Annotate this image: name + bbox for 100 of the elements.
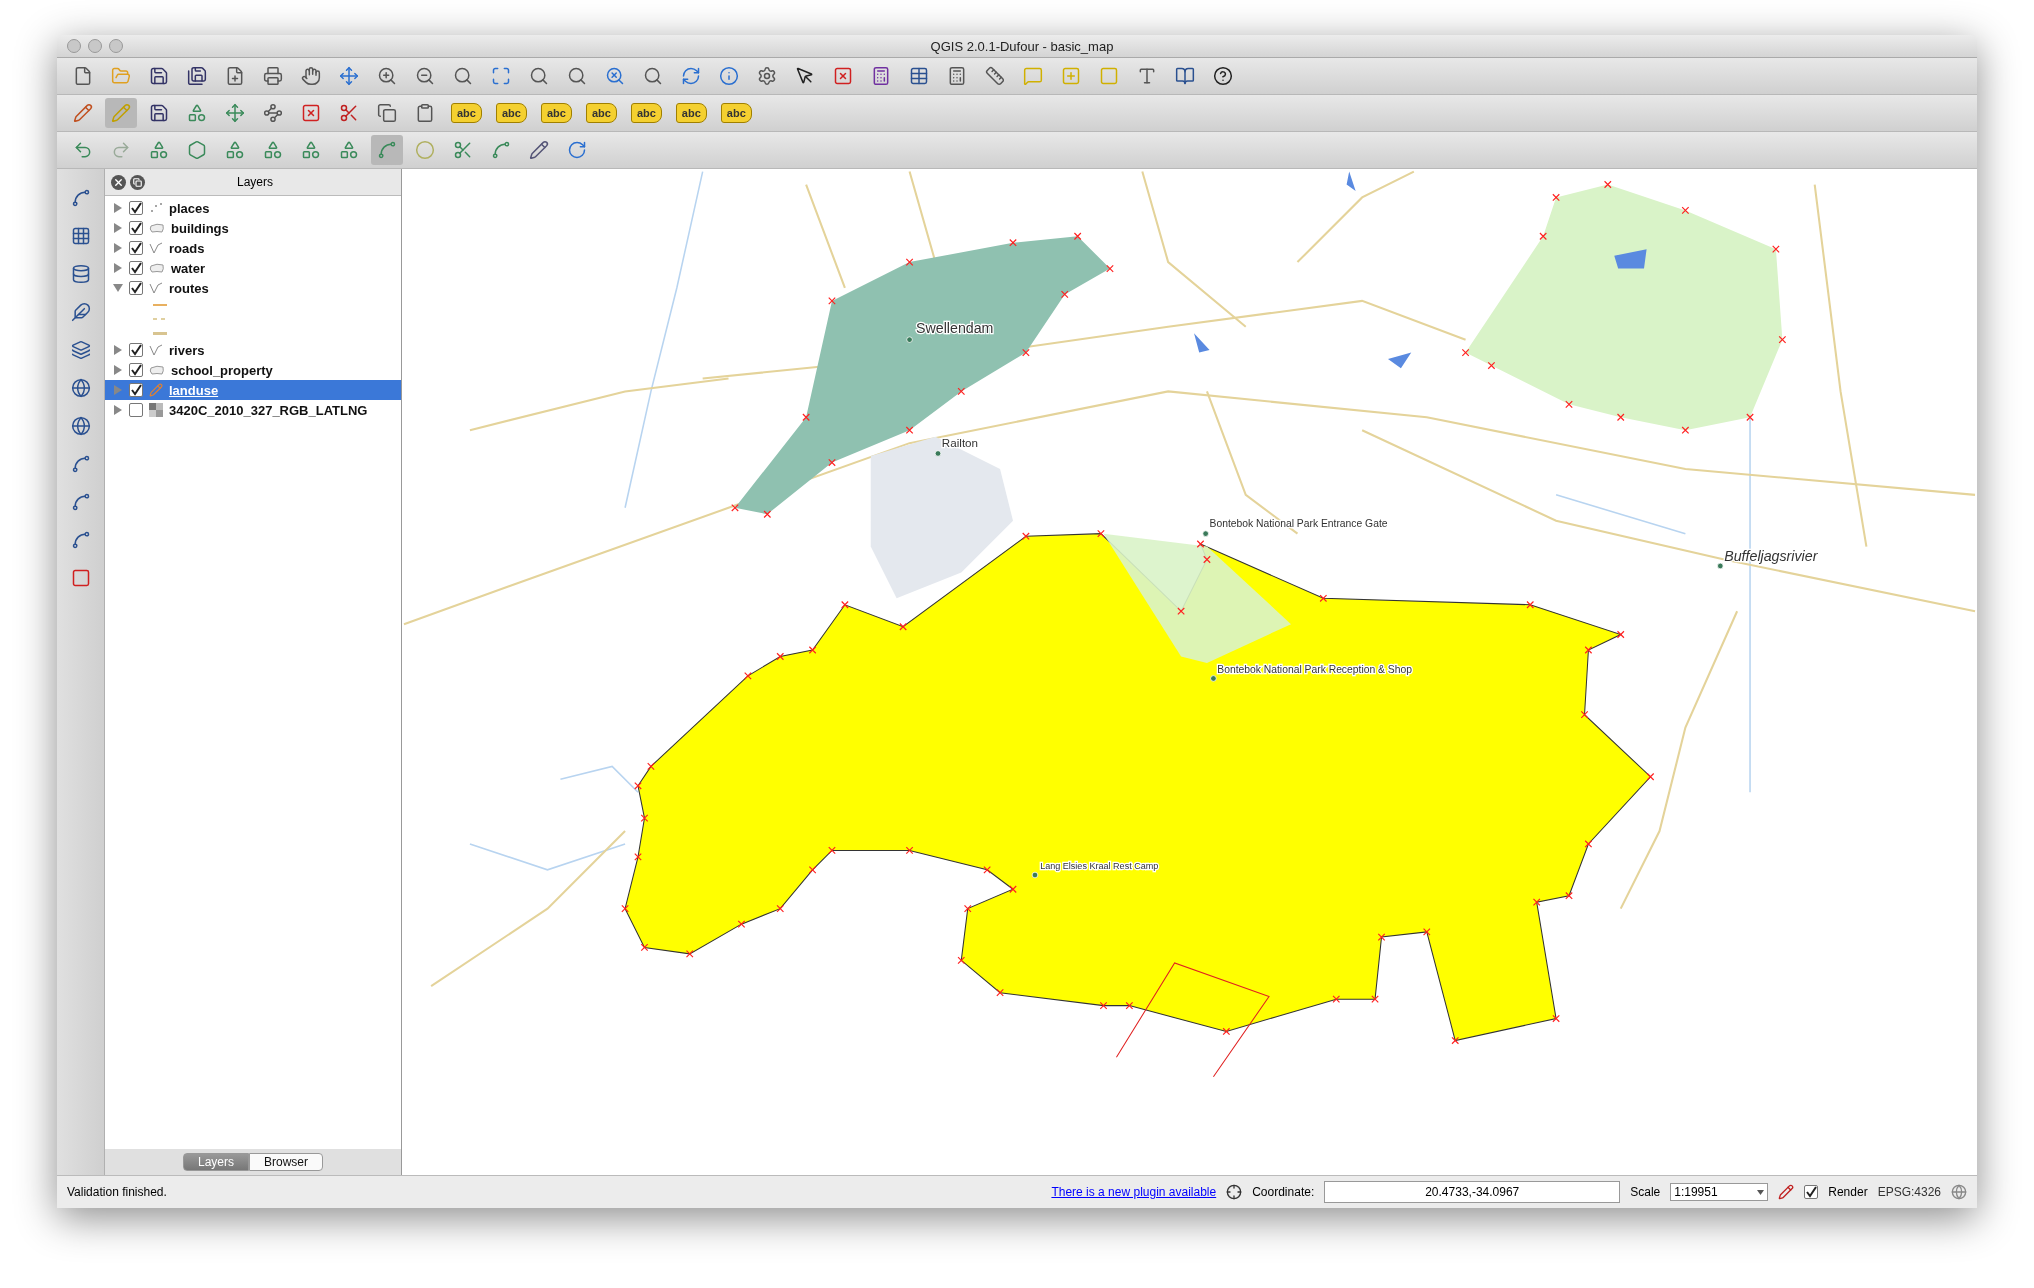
line-icon (149, 344, 163, 356)
layer-name: buildings (171, 220, 229, 236)
text-annotation-icon (1137, 66, 1157, 86)
layer-name: routes (169, 280, 209, 296)
label-tool-button[interactable]: abc (585, 103, 617, 123)
render-checkbox[interactable] (1804, 1185, 1819, 1199)
label-tool-button[interactable]: abc (630, 103, 662, 123)
polygon-icon (149, 262, 165, 274)
hand-icon (301, 66, 321, 86)
checkmark-icon (1805, 1186, 1818, 1198)
layer-checkbox[interactable] (129, 221, 143, 235)
rotate-icon (567, 140, 587, 160)
layer-checkbox[interactable] (129, 363, 143, 377)
new-document-icon (225, 66, 245, 86)
square-plus-icon (1061, 66, 1081, 86)
scale-dropdown[interactable]: 1:19951 (1670, 1183, 1769, 1201)
polygon-icon (149, 364, 165, 376)
label-tool-button[interactable]: abc (720, 103, 752, 123)
layer-name: school_property (171, 362, 273, 378)
save-edits-icon (149, 103, 169, 123)
panel-tab[interactable]: Browser (249, 1153, 323, 1171)
pencil-icon (111, 103, 131, 123)
panel-title: Layers (237, 175, 273, 189)
map-canvas[interactable]: Swellendam Railton Bontebok National Park Entrance Gate Bontebok National Park Reception & Shop Lang Elsies Kraal Rest Camp Buffeljagsrivier (402, 169, 1977, 1175)
layer-checkbox[interactable] (129, 281, 143, 295)
layer-row[interactable]: landuse (105, 380, 401, 400)
projection-icon[interactable] (1951, 1184, 1967, 1200)
move-feature-icon (225, 103, 245, 123)
layer-checkbox[interactable] (129, 403, 143, 417)
polygon-icon (149, 222, 165, 234)
label-tool-button[interactable]: abc (451, 103, 482, 123)
layer-checkbox[interactable] (129, 383, 143, 397)
save-as-icon (187, 66, 207, 86)
label-tool-button[interactable]: abc (675, 103, 707, 123)
scale-label: Scale (1630, 1185, 1661, 1199)
redo-icon (111, 140, 131, 160)
checkmark-icon (130, 242, 142, 254)
layer-name: 3420C_2010_327_RGB_LATLNG (169, 402, 368, 418)
crs-label[interactable]: EPSG:4326 (1877, 1185, 1941, 1199)
whats-this-icon (1213, 66, 1233, 86)
calculator-icon (947, 66, 967, 86)
checkmark-icon (130, 384, 142, 396)
layer-row[interactable]: roads (105, 238, 401, 258)
plugin-link[interactable]: There is a new plugin available (1051, 1185, 1217, 1199)
place-label: Bontebok National Park Reception & Shop (1217, 664, 1412, 676)
place-point-icon (906, 336, 913, 343)
layer-row[interactable]: routes (105, 278, 401, 298)
close-panel-button[interactable] (111, 174, 126, 190)
label-tool-button[interactable]: abc (495, 103, 527, 123)
copy-icon (377, 103, 397, 123)
layer-row[interactable]: rivers (105, 340, 401, 360)
float-icon (133, 177, 142, 187)
paste-icon (415, 103, 435, 123)
magnifier-icon (453, 66, 473, 86)
checkmark-icon (130, 222, 142, 234)
coordinate-toggle-icon[interactable] (1226, 1184, 1243, 1200)
folder-icon (111, 66, 131, 86)
node-tool-icon (263, 103, 283, 123)
zoom-in-icon (377, 66, 397, 86)
printer-icon (263, 66, 283, 86)
label-tool-button[interactable]: abc (540, 103, 572, 123)
panel-tab[interactable]: Layers (182, 1153, 249, 1171)
line-icon (149, 282, 163, 294)
info-icon (719, 66, 739, 86)
place-point-icon (1031, 871, 1039, 879)
line-icon (149, 242, 163, 254)
dropdown-arrow-icon (1757, 1189, 1765, 1195)
layer-name: water (171, 260, 205, 276)
layer-checkbox[interactable] (129, 261, 143, 275)
place-point-icon (934, 450, 942, 457)
window-title: QGIS 2.0.1-Dufour - basic_map (930, 38, 1114, 54)
render-label: Render (1828, 1185, 1868, 1199)
layer-row[interactable]: buildings (105, 218, 401, 238)
layer-row[interactable]: water (105, 258, 401, 278)
zoom-full-icon (491, 66, 511, 86)
place-label: Lang Elsies Kraal Rest Camp (1040, 860, 1159, 871)
save-icon (149, 66, 169, 86)
layer-row[interactable]: 3420C_2010_327_RGB_LATLNG (105, 400, 401, 420)
gear-icon (757, 66, 777, 86)
checkmark-icon (130, 282, 142, 294)
layer-row[interactable]: places (105, 198, 401, 218)
layer-checkbox[interactable] (129, 343, 143, 357)
delete-selected-icon (301, 103, 321, 123)
ruler-icon (985, 66, 1005, 86)
coordinate-field[interactable]: 20.4733,-34.0967 (1324, 1181, 1621, 1203)
place-point-icon (1210, 675, 1217, 682)
pencil-icon (149, 383, 163, 397)
pencil-dropdown-icon (73, 103, 93, 123)
place-point-icon (1202, 530, 1209, 537)
float-panel-button[interactable] (130, 174, 145, 190)
scissors-icon (339, 103, 359, 123)
new-file-icon (73, 66, 93, 86)
layer-name: rivers (169, 342, 205, 358)
layer-checkbox[interactable] (129, 201, 143, 215)
refresh-icon (681, 66, 701, 86)
layer-name: places (169, 200, 210, 216)
layer-name: roads (169, 240, 205, 256)
place-label: Bontebok National Park Entrance Gate (1209, 518, 1388, 530)
split-features-icon (453, 140, 473, 160)
layer-checkbox[interactable] (129, 241, 143, 255)
